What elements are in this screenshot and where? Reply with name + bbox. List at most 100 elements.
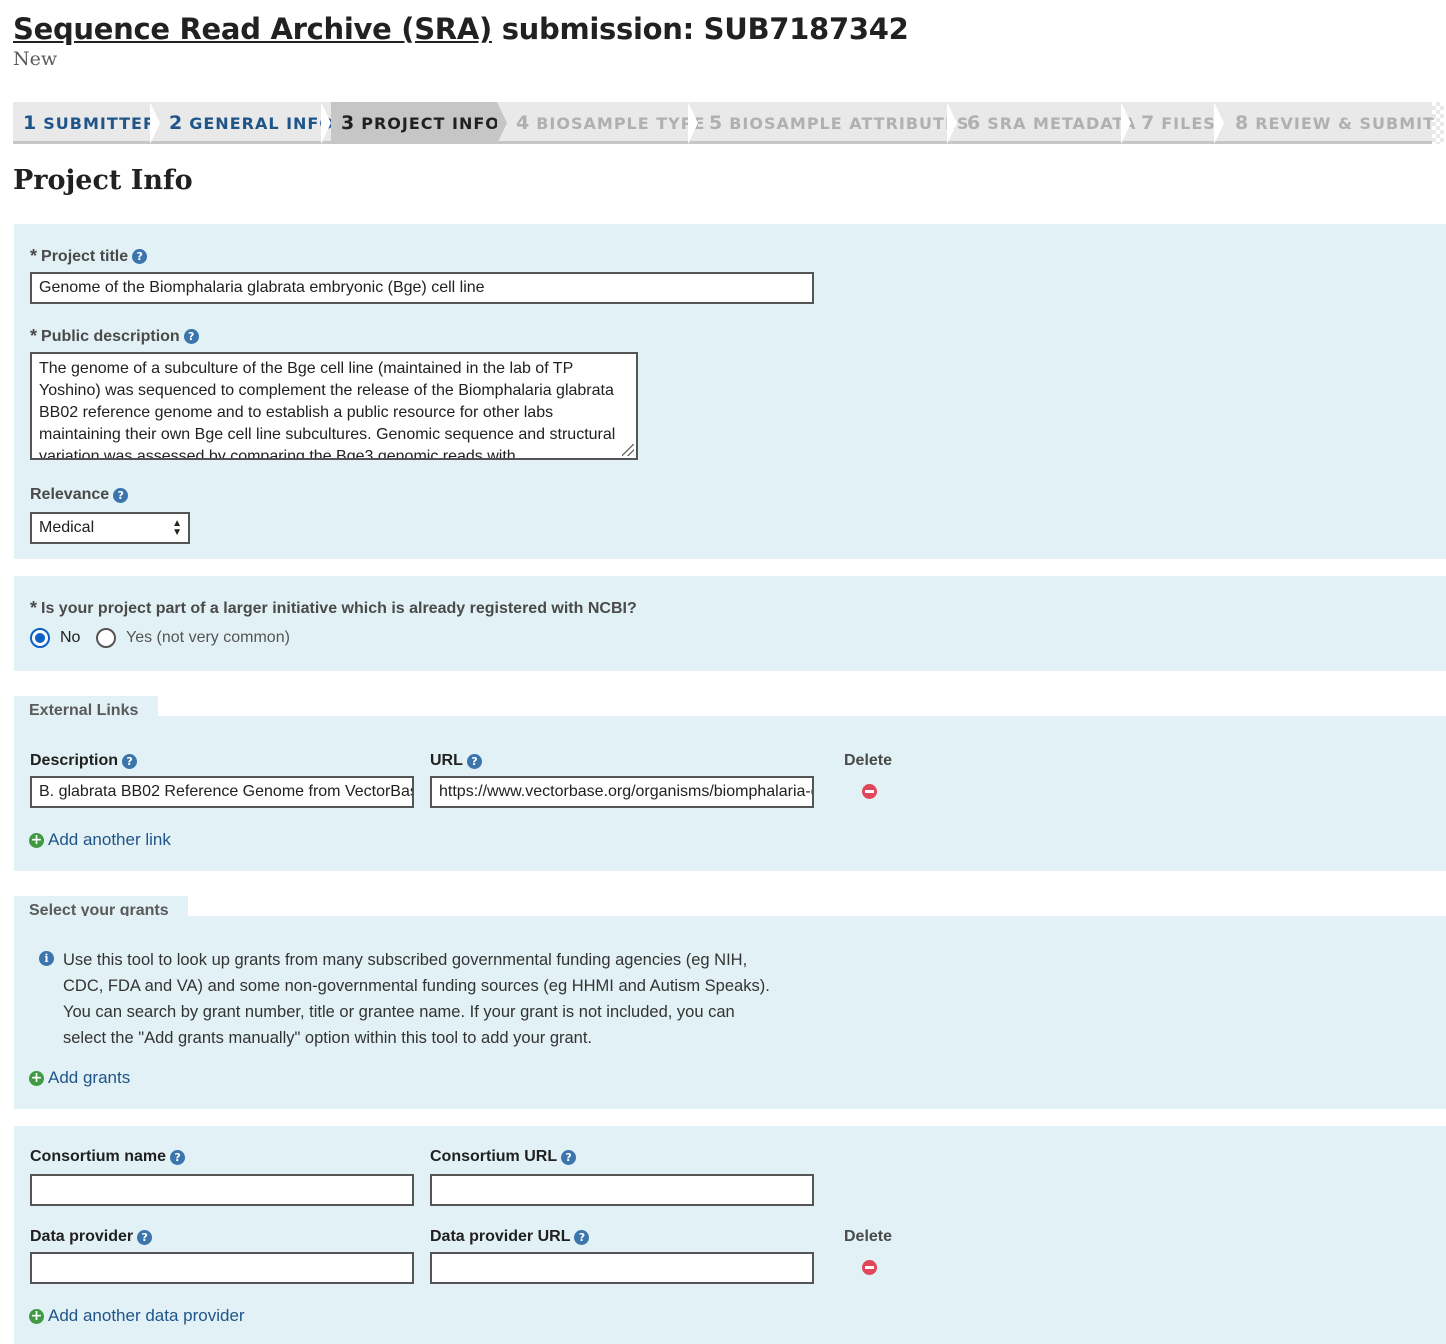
info-line: Use this tool to look up grants from man… <box>63 951 748 969</box>
relevance-label: Relevance? <box>30 486 129 504</box>
submission-id: submission: SUB7187342 <box>491 12 909 46</box>
label-text: Relevance <box>30 486 110 503</box>
step-number: 5 <box>709 112 724 134</box>
radio-yes-label: Yes (not very common) <box>126 629 290 646</box>
page-title-row: Sequence Read Archive (SRA) submission: … <box>13 8 909 50</box>
grants-tab: Select your grants <box>14 896 188 919</box>
help-icon[interactable]: ? <box>132 249 148 264</box>
step-biosample-type[interactable]: 4 BIOSAMPLE TYPE <box>516 102 705 144</box>
step-separator <box>497 102 507 144</box>
public-description-textarea[interactable]: The genome of a subculture of the Bge ce… <box>30 352 638 460</box>
add-link-button[interactable]: + Add another link <box>29 830 171 850</box>
step-label: PROJECT INFO <box>361 114 500 133</box>
step-sra-metadata[interactable]: 6 SRA METADATA <box>967 102 1136 144</box>
step-general-info[interactable]: 2 GENERAL INFO <box>169 102 334 144</box>
info-icon: i <box>39 951 54 966</box>
consortium-url-input[interactable] <box>430 1174 814 1206</box>
required-asterisk-icon: * <box>30 598 38 618</box>
public-description-label: * Public description? <box>30 326 199 347</box>
info-line: CDC, FDA and VA) and some non-government… <box>63 977 770 995</box>
step-submitter[interactable]: 1 SUBMITTER <box>23 102 156 144</box>
add-icon: + <box>29 1069 44 1086</box>
step-label: REVIEW & SUBMIT <box>1255 114 1435 133</box>
sra-title-link[interactable]: Sequence Read Archive (SRA) <box>13 12 492 46</box>
relevance-selected-value: Medical <box>39 519 95 536</box>
add-link-text: Add another link <box>48 830 171 849</box>
consortium-name-input[interactable] <box>30 1174 414 1206</box>
step-separator <box>150 102 160 144</box>
delete-provider-icon[interactable] <box>862 1260 877 1275</box>
grants-info-text: Use this tool to look up grants from man… <box>63 947 770 1051</box>
radio-option-yes[interactable]: Yes (not very common) <box>96 628 290 648</box>
step-review-submit[interactable]: 8 REVIEW & SUBMIT <box>1235 102 1435 144</box>
delete-link-icon[interactable] <box>862 784 877 799</box>
data-provider-url-label: Data provider URL? <box>430 1228 590 1246</box>
data-provider-input[interactable] <box>30 1252 414 1284</box>
required-asterisk-icon: * <box>30 326 38 346</box>
required-asterisk-icon: * <box>30 246 38 266</box>
project-title-label: * Project title? <box>30 246 148 267</box>
consortium-name-label: Consortium name? <box>30 1148 186 1166</box>
step-label: SUBMITTER <box>43 114 157 133</box>
select-arrows-icon: ▲ ▼ <box>172 518 182 538</box>
add-grants-button[interactable]: + Add grants <box>29 1068 130 1088</box>
info-line: You can search by grant number, title or… <box>63 1003 735 1021</box>
step-number: 1 <box>23 112 38 134</box>
step-separator <box>321 102 331 144</box>
link-delete-label: Delete <box>844 752 893 769</box>
external-links-tab: External Links <box>14 696 158 719</box>
step-separator <box>688 102 698 144</box>
data-provider-url-input[interactable] <box>430 1252 814 1284</box>
link-description-input[interactable]: B. glabrata BB02 Reference Genome from V… <box>30 776 414 808</box>
radio-no[interactable] <box>30 628 50 648</box>
help-icon[interactable]: ? <box>466 753 482 769</box>
step-project-info[interactable]: 3 PROJECT INFO <box>331 102 500 144</box>
step-number: 7 <box>1141 112 1156 134</box>
link-url-input[interactable]: https://www.vectorbase.org/organisms/bio… <box>430 776 814 808</box>
section-heading: Project Info <box>13 165 193 196</box>
resize-handle-icon[interactable] <box>622 444 634 456</box>
submission-status: New <box>13 48 58 70</box>
help-icon[interactable]: ? <box>137 1229 153 1245</box>
link-url-label: URL? <box>430 752 482 770</box>
radio-no-label: No <box>60 629 81 646</box>
public-description-text: The genome of a subculture of the Bge ce… <box>39 360 616 460</box>
help-icon[interactable]: ? <box>561 1149 577 1165</box>
help-icon[interactable]: ? <box>170 1149 186 1165</box>
step-separator <box>1121 102 1131 144</box>
step-number: 8 <box>1235 112 1250 134</box>
add-icon: + <box>29 831 44 848</box>
project-title-input[interactable]: Genome of the Biomphalaria glabrata embr… <box>30 272 814 304</box>
radio-option-no[interactable]: No <box>30 628 80 648</box>
help-icon[interactable]: ? <box>183 329 199 344</box>
label-text: Consortium name <box>30 1148 167 1165</box>
external-links-panel: Description? URL? Delete B. glabrata BB0… <box>14 716 1446 871</box>
step-label: BIOSAMPLE ATTRIBUTES <box>729 114 970 133</box>
label-text: URL <box>430 752 463 769</box>
step-number: 3 <box>341 112 356 134</box>
radio-yes[interactable] <box>96 628 116 648</box>
grants-panel: i Use this tool to look up grants from m… <box>14 916 1446 1109</box>
step-biosample-attributes[interactable]: 5 BIOSAMPLE ATTRIBUTES <box>709 102 969 144</box>
add-data-provider-button[interactable]: + Add another data provider <box>29 1306 245 1326</box>
label-text: Public description <box>41 327 180 345</box>
add-icon: + <box>29 1307 44 1324</box>
help-icon[interactable]: ? <box>113 487 129 503</box>
step-number: 2 <box>169 112 184 134</box>
step-separator <box>1214 102 1224 144</box>
step-label: SRA METADATA <box>987 114 1137 133</box>
step-label: GENERAL INFO <box>189 114 334 133</box>
initiative-panel: * Is your project part of a larger initia… <box>14 576 1446 671</box>
relevance-select[interactable]: Medical ▲ ▼ <box>30 512 190 544</box>
step-files[interactable]: 7 FILES <box>1141 102 1216 144</box>
link-description-label: Description? <box>30 752 138 770</box>
step-label: BIOSAMPLE TYPE <box>536 114 706 133</box>
label-text: Data provider URL <box>430 1228 571 1245</box>
data-provider-label: Data provider? <box>30 1228 153 1246</box>
step-number: 6 <box>967 112 982 134</box>
project-fields-panel: * Project title? Genome of the Biomphalar… <box>14 224 1446 559</box>
label-text: Consortium URL <box>430 1148 558 1165</box>
help-icon[interactable]: ? <box>122 753 138 769</box>
help-icon[interactable]: ? <box>574 1229 590 1245</box>
consortium-url-label: Consortium URL? <box>430 1148 577 1166</box>
